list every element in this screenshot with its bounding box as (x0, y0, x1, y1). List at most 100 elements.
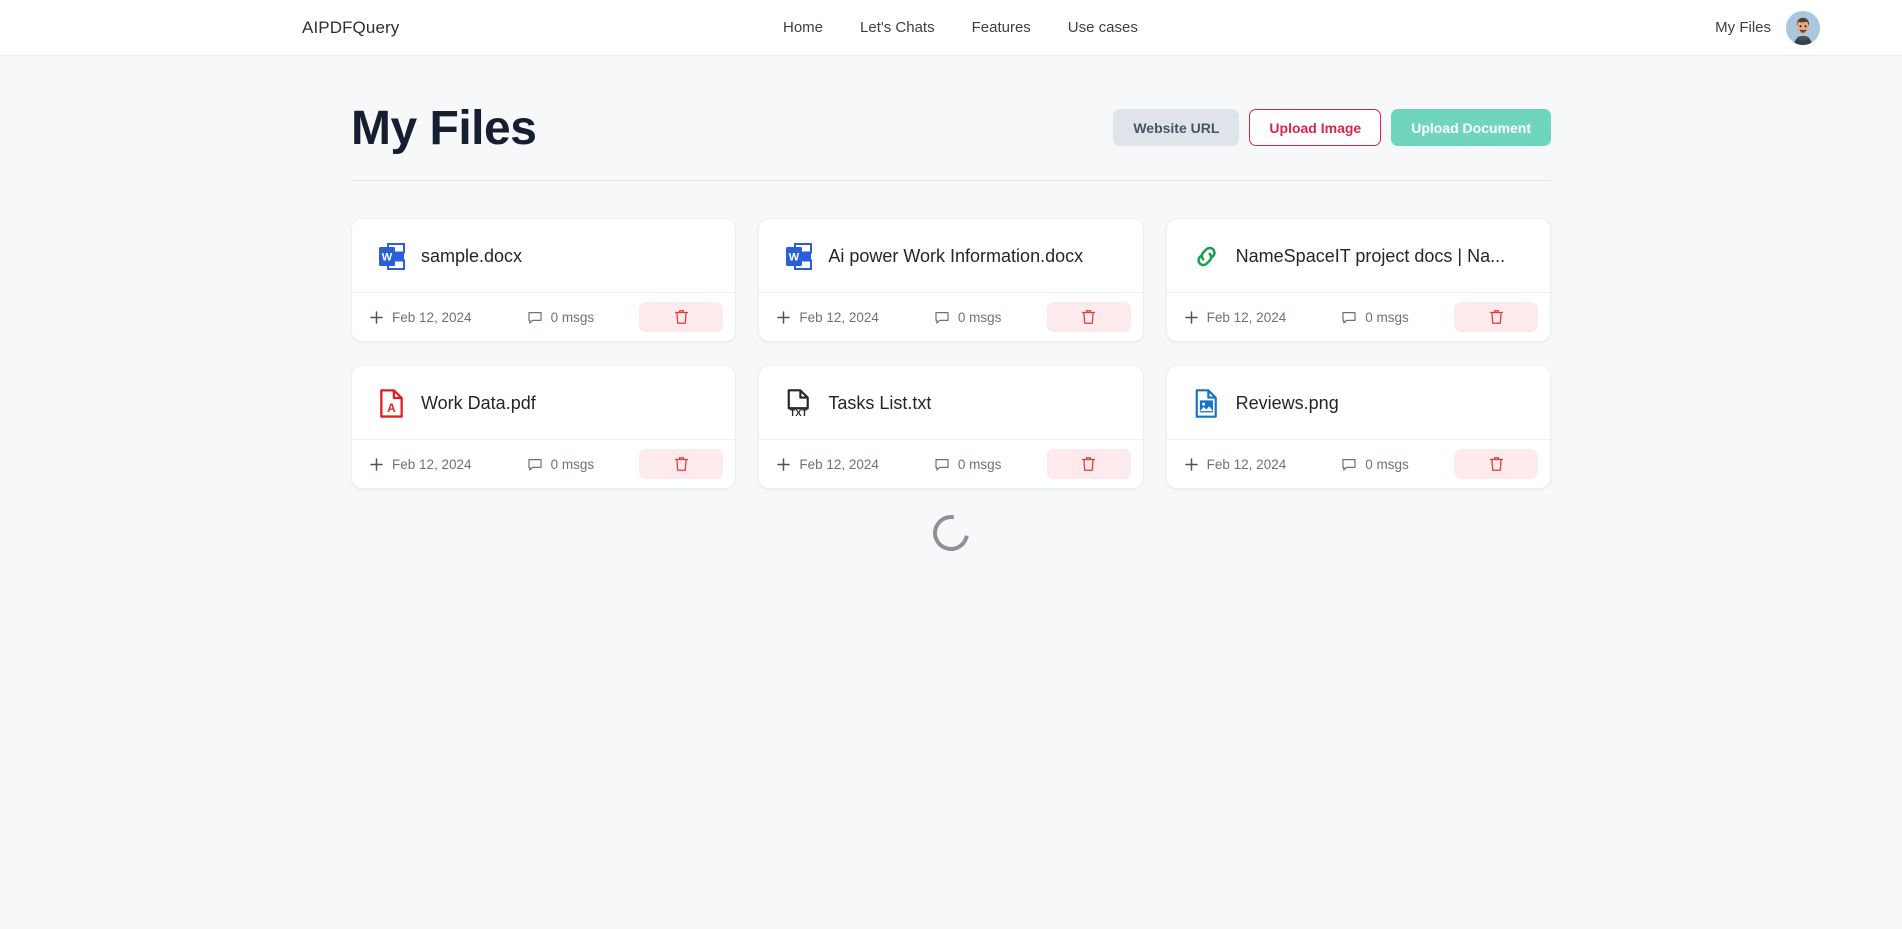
file-card-header[interactable]: W Ai power Work Information.docx (759, 219, 1143, 294)
file-card-header[interactable]: Reviews.png (1166, 366, 1550, 441)
file-card[interactable]: NameSpaceIT project docs | Na... Feb 12,… (1165, 218, 1551, 343)
word-document-icon: W (378, 242, 405, 271)
brand-logo[interactable]: AIPDFQuery (302, 18, 399, 38)
comment-icon (1342, 311, 1356, 324)
file-date-text: Feb 12, 2024 (392, 456, 472, 472)
file-msgs-text: 0 msgs (550, 309, 595, 325)
comment-icon (935, 311, 949, 324)
file-card-header[interactable]: W sample.docx (352, 219, 736, 294)
file-card[interactable]: W sample.docx Feb 12, 2024 0 msgs (351, 218, 737, 343)
content-container: My Files Website URL Upload Image Upload… (351, 102, 1551, 559)
file-card-header[interactable]: TXT Tasks List.txt (759, 366, 1143, 441)
file-date-meta[interactable]: Feb 12, 2024 (777, 457, 879, 472)
file-card-header[interactable]: A Work Data.pdf (352, 366, 736, 441)
file-name: Tasks List.txt (828, 392, 932, 413)
file-name: NameSpaceIT project docs | Na... (1235, 245, 1506, 266)
top-navbar: AIPDFQuery Home Let's Chats Features Use… (0, 0, 1902, 56)
plus-icon (370, 311, 383, 324)
svg-text:W: W (789, 251, 800, 263)
trash-icon (1082, 310, 1096, 325)
trash-icon (674, 310, 688, 325)
website-url-button[interactable]: Website URL (1113, 109, 1240, 147)
page-body: My Files Website URL Upload Image Upload… (0, 56, 1902, 559)
file-msgs-text: 0 msgs (1365, 309, 1409, 325)
nav-link-features[interactable]: Features (972, 19, 1031, 36)
file-msgs-meta[interactable]: 0 msgs (1342, 457, 1409, 472)
file-date-meta[interactable]: Feb 12, 2024 (1184, 456, 1287, 472)
header-action-buttons: Website URL Upload Image Upload Document (1113, 109, 1551, 147)
file-grid: W sample.docx Feb 12, 2024 0 msgs W Ai p… (351, 218, 1551, 490)
nav-link-home[interactable]: Home (783, 19, 823, 36)
file-msgs-text: 0 msgs (1365, 456, 1409, 472)
delete-file-button[interactable] (1046, 302, 1131, 333)
file-date-meta[interactable]: Feb 12, 2024 (370, 457, 472, 472)
plus-icon (777, 458, 791, 471)
comment-icon (935, 458, 949, 471)
comment-icon (527, 311, 542, 324)
file-name: sample.docx (421, 245, 523, 266)
pdf-document-icon: A (378, 389, 405, 418)
file-msgs-meta[interactable]: 0 msgs (1342, 310, 1409, 325)
word-document-icon: W (785, 242, 813, 271)
file-name: Ai power Work Information.docx (828, 245, 1084, 266)
plus-icon (1184, 458, 1198, 471)
file-msgs-text: 0 msgs (957, 456, 1002, 472)
file-card-footer: Feb 12, 2024 0 msgs (759, 440, 1142, 488)
file-date-text: Feb 12, 2024 (799, 456, 879, 472)
file-card-footer: Feb 12, 2024 0 msgs (352, 293, 735, 341)
file-date-text: Feb 12, 2024 (799, 309, 879, 325)
file-name: Reviews.png (1235, 392, 1339, 413)
file-card-footer: Feb 12, 2024 0 msgs (1167, 440, 1550, 488)
file-name: Work Data.pdf (421, 392, 536, 413)
file-card-footer: Feb 12, 2024 0 msgs (759, 293, 1142, 341)
txt-document-icon: TXT (785, 389, 812, 418)
file-card-header[interactable]: NameSpaceIT project docs | Na... (1166, 219, 1550, 294)
delete-file-button[interactable] (1454, 449, 1538, 480)
nav-link-use-cases[interactable]: Use cases (1068, 19, 1138, 36)
loading-indicator-area (351, 508, 1551, 559)
file-card-footer: Feb 12, 2024 0 msgs (1167, 293, 1550, 341)
nav-link-my-files[interactable]: My Files (1715, 19, 1771, 36)
file-date-text: Feb 12, 2024 (1206, 456, 1287, 472)
delete-file-button[interactable] (1454, 302, 1538, 333)
file-date-text: Feb 12, 2024 (392, 309, 472, 325)
upload-image-button[interactable]: Upload Image (1249, 109, 1382, 147)
image-document-icon (1193, 389, 1220, 418)
file-card-footer: Feb 12, 2024 0 msgs (352, 440, 735, 488)
loading-spinner (925, 508, 977, 559)
trash-icon (1082, 457, 1096, 472)
file-card[interactable]: A Work Data.pdf Feb 12, 2024 0 msgs (351, 365, 737, 490)
file-msgs-meta[interactable]: 0 msgs (935, 456, 1002, 472)
user-avatar[interactable] (1786, 10, 1820, 45)
trash-icon (1489, 457, 1503, 472)
svg-text:A: A (387, 401, 396, 415)
comment-icon (527, 458, 542, 471)
file-msgs-meta[interactable]: 0 msgs (527, 456, 595, 472)
file-card[interactable]: TXT Tasks List.txt Feb 12, 2024 0 msgs (758, 365, 1144, 490)
delete-file-button[interactable] (639, 449, 724, 480)
link-chain-icon (1193, 242, 1220, 271)
nav-link-lets-chats[interactable]: Let's Chats (860, 19, 935, 36)
comment-icon (1342, 458, 1356, 471)
delete-file-button[interactable] (639, 302, 724, 333)
main-navigation: Home Let's Chats Features Use cases (783, 19, 1138, 36)
file-card[interactable]: W Ai power Work Information.docx Feb 12,… (758, 218, 1144, 343)
file-date-meta[interactable]: Feb 12, 2024 (1184, 309, 1287, 325)
upload-document-button[interactable]: Upload Document (1391, 109, 1551, 147)
plus-icon (777, 311, 791, 324)
navbar-right-section: My Files (1715, 10, 1820, 45)
file-date-meta[interactable]: Feb 12, 2024 (370, 310, 472, 325)
trash-icon (674, 457, 688, 472)
file-msgs-text: 0 msgs (550, 456, 595, 472)
page-title: My Files (351, 102, 537, 155)
file-msgs-meta[interactable]: 0 msgs (935, 310, 1001, 325)
file-msgs-meta[interactable]: 0 msgs (527, 309, 595, 325)
file-date-text: Feb 12, 2024 (1206, 309, 1287, 325)
svg-text:TXT: TXT (790, 408, 808, 418)
delete-file-button[interactable] (1046, 449, 1131, 480)
page-header-row: My Files Website URL Upload Image Upload… (351, 102, 1551, 182)
trash-icon (1489, 310, 1503, 325)
file-card[interactable]: Reviews.png Feb 12, 2024 0 msgs (1165, 365, 1551, 490)
file-date-meta[interactable]: Feb 12, 2024 (777, 310, 879, 325)
plus-icon (1184, 311, 1198, 324)
